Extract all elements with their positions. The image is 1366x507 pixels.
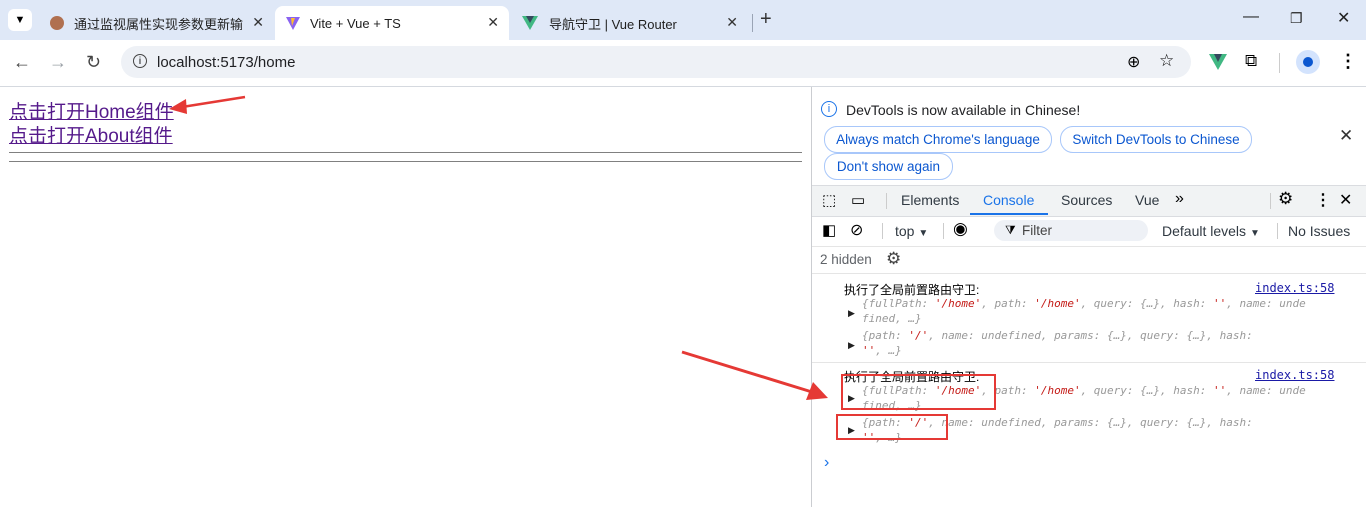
annotation-highlight-box bbox=[841, 374, 996, 410]
annotation-overlay bbox=[169, 95, 828, 400]
annotation-arrow-line bbox=[681, 350, 813, 394]
annotation-arrow-line bbox=[181, 95, 246, 109]
annotation-arrowhead bbox=[169, 99, 187, 114]
annotation-highlight-box bbox=[836, 414, 948, 440]
